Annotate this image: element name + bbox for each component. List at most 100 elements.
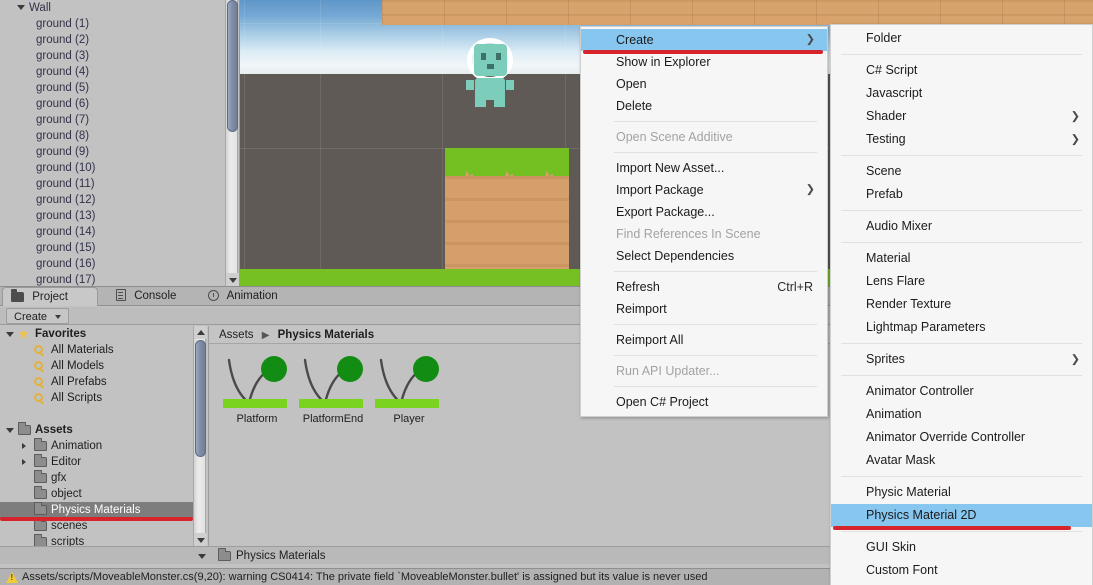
menu-item-export-package[interactable]: Export Package...: [581, 201, 827, 223]
asset-item[interactable]: PlatformEnd: [295, 350, 371, 425]
menu-item-physic-material[interactable]: Physic Material: [831, 481, 1092, 504]
project-context-menu[interactable]: Create ❯ Show in Explorer Open Delete Open Sc…: [580, 26, 828, 417]
menu-item-scene[interactable]: Scene: [831, 160, 1092, 183]
hierarchy-row[interactable]: ground (15): [0, 240, 239, 256]
tree-item-editor[interactable]: Editor: [0, 454, 193, 470]
hierarchy-row[interactable]: ground (1): [0, 16, 239, 32]
menu-item-gui-skin[interactable]: GUI Skin: [831, 536, 1092, 559]
tree-item-all-materials[interactable]: All Materials: [0, 342, 193, 358]
menu-item-shader[interactable]: Shader ❯: [831, 105, 1092, 128]
hierarchy-list[interactable]: Wall ground (1) ground (2) ground (3) ground…: [0, 0, 239, 286]
asset-item[interactable]: Player: [371, 350, 447, 425]
tab-console[interactable]: Console: [108, 287, 186, 306]
menu-item-animator-override-controller[interactable]: Animator Override Controller: [831, 426, 1092, 449]
hierarchy-row[interactable]: ground (8): [0, 128, 239, 144]
asset-item[interactable]: Platform: [219, 350, 295, 425]
create-submenu[interactable]: Folder C# Script Javascript Shader ❯ Testing ❯…: [830, 24, 1093, 585]
menu-item-label: Sprites: [866, 352, 905, 366]
menu-item-avatar-mask[interactable]: Avatar Mask: [831, 449, 1092, 472]
physics-surface-icon: [375, 399, 439, 408]
hierarchy-row[interactable]: ground (2): [0, 32, 239, 48]
project-tree-scrollbar[interactable]: [193, 326, 207, 546]
menu-item-lens-flare[interactable]: Lens Flare: [831, 270, 1092, 293]
menu-item-lightmap-parameters[interactable]: Lightmap Parameters: [831, 316, 1092, 339]
hierarchy-row[interactable]: ground (5): [0, 80, 239, 96]
menu-item-material[interactable]: Material: [831, 247, 1092, 270]
menu-item-reimport[interactable]: Reimport: [581, 298, 827, 320]
tree-item-gfx[interactable]: gfx: [0, 470, 193, 486]
tab-console-label: Console: [134, 290, 177, 302]
hierarchy-scrollbar[interactable]: [225, 0, 239, 286]
tree-item-all-models[interactable]: All Models: [0, 358, 193, 374]
project-scroll-up-button[interactable]: [194, 326, 207, 339]
project-scroll-thumb[interactable]: [195, 340, 206, 457]
tab-project[interactable]: Project: [2, 287, 98, 306]
hierarchy-row[interactable]: ground (6): [0, 96, 239, 112]
hierarchy-row[interactable]: ground (12): [0, 192, 239, 208]
menu-item-import-new-asset[interactable]: Import New Asset...: [581, 157, 827, 179]
tree-item-all-prefabs[interactable]: All Prefabs: [0, 374, 193, 390]
create-dropdown-button[interactable]: Create: [6, 308, 70, 324]
tree-item-all-scripts[interactable]: All Scripts: [0, 390, 193, 406]
tree-item-object[interactable]: object: [0, 486, 193, 502]
hierarchy-scroll-down-button[interactable]: [226, 273, 239, 286]
menu-item-prefab[interactable]: Prefab: [831, 183, 1092, 206]
hierarchy-row[interactable]: ground (16): [0, 256, 239, 272]
hierarchy-row[interactable]: ground (3): [0, 48, 239, 64]
chevron-down-icon[interactable]: [6, 332, 14, 337]
hierarchy-panel[interactable]: Wall ground (1) ground (2) ground (3) ground…: [0, 0, 240, 286]
chevron-right-icon[interactable]: [22, 443, 26, 449]
menu-separator: [841, 54, 1082, 55]
tree-item-physics-materials[interactable]: Physics Materials: [0, 502, 193, 518]
menu-item-c-script[interactable]: C# Script: [831, 59, 1092, 82]
menu-item-open-c-project[interactable]: Open C# Project: [581, 391, 827, 413]
hierarchy-row[interactable]: ground (11): [0, 176, 239, 192]
menu-item-import-package[interactable]: Import Package ❯: [581, 179, 827, 201]
tree-item-favorites[interactable]: ★ Favorites: [0, 326, 193, 342]
menu-item-create[interactable]: Create ❯: [581, 29, 827, 51]
tree-item-assets[interactable]: Assets: [0, 422, 193, 438]
menu-item-animator-controller[interactable]: Animator Controller: [831, 380, 1092, 403]
menu-item-folder[interactable]: Folder: [831, 27, 1092, 50]
menu-item-reimport-all[interactable]: Reimport All: [581, 329, 827, 351]
player-leg-right: [494, 98, 505, 107]
menu-item-label: Scene: [866, 164, 902, 178]
menu-item-javascript[interactable]: Javascript: [831, 82, 1092, 105]
player-sprite[interactable]: [455, 38, 525, 110]
menu-item-select-dependencies[interactable]: Select Dependencies: [581, 245, 827, 267]
asset-path-label: Physics Materials: [236, 550, 326, 562]
menu-separator: [614, 152, 817, 153]
menu-item-show-in-explorer[interactable]: Show in Explorer: [581, 51, 827, 73]
hierarchy-row[interactable]: ground (13): [0, 208, 239, 224]
menu-item-delete[interactable]: Delete: [581, 95, 827, 117]
menu-item-testing[interactable]: Testing ❯: [831, 128, 1092, 151]
hierarchy-row[interactable]: ground (14): [0, 224, 239, 240]
chevron-down-icon[interactable]: [198, 554, 206, 559]
hierarchy-row[interactable]: ground (4): [0, 64, 239, 80]
menu-item-custom-font[interactable]: Custom Font: [831, 559, 1092, 582]
menu-item-open[interactable]: Open: [581, 73, 827, 95]
tab-animation[interactable]: Animation: [200, 287, 288, 306]
hierarchy-row[interactable]: ground (10): [0, 160, 239, 176]
chevron-down-icon[interactable]: [17, 5, 25, 11]
project-scroll-down-button[interactable]: [194, 533, 207, 546]
menu-item-physics-material-2d[interactable]: Physics Material 2D: [831, 504, 1092, 527]
tree-item-scripts[interactable]: scripts: [0, 534, 193, 546]
chevron-down-icon[interactable]: [6, 428, 14, 433]
menu-item-render-texture[interactable]: Render Texture: [831, 293, 1092, 316]
menu-item-animation[interactable]: Animation: [831, 403, 1092, 426]
hierarchy-row[interactable]: ground (9): [0, 144, 239, 160]
player-body: [475, 78, 505, 100]
hierarchy-row-root[interactable]: Wall: [0, 0, 239, 16]
hierarchy-row[interactable]: ground (7): [0, 112, 239, 128]
breadcrumb-root[interactable]: Assets: [219, 329, 254, 341]
project-folder-tree[interactable]: ★ Favorites All Materials All Models All Pre…: [0, 326, 193, 546]
hierarchy-scroll-thumb[interactable]: [227, 0, 238, 132]
tree-item-label: object: [51, 488, 82, 500]
menu-item-refresh[interactable]: Refresh Ctrl+R: [581, 276, 827, 298]
menu-item-audio-mixer[interactable]: Audio Mixer: [831, 215, 1092, 238]
chevron-right-icon[interactable]: [22, 459, 26, 465]
hierarchy-row[interactable]: ground (17): [0, 272, 239, 286]
tree-item-animation[interactable]: Animation: [0, 438, 193, 454]
menu-item-sprites[interactable]: Sprites ❯: [831, 348, 1092, 371]
